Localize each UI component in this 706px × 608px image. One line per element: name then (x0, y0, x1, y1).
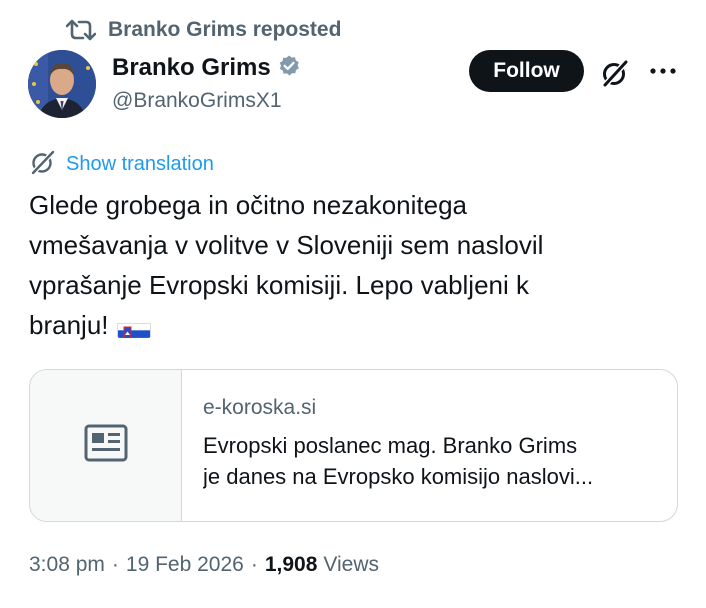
tweet-date[interactable]: 19 Feb 2026 (126, 553, 244, 577)
slovenia-flag-icon (116, 316, 151, 338)
translate-icon (30, 149, 56, 180)
tweet-text: Glede grobega in očitno nezakonitega vme… (29, 185, 669, 345)
repost-label[interactable]: Branko Grims reposted (108, 18, 341, 42)
author-display-name[interactable]: Branko Grims (112, 54, 271, 82)
more-icon[interactable] (648, 58, 678, 84)
card-description-line: je danes na Evropsko komisijo naslovi... (203, 464, 594, 489)
meta-separator: · (250, 553, 258, 576)
show-translation-link[interactable]: Show translation (30, 149, 214, 180)
tweet-meta: 3:08 pm · 19 Feb 2026 · 1,908 Views (29, 553, 379, 577)
repost-header: Branko Grims reposted (66, 17, 341, 43)
views-label: Views (323, 553, 380, 576)
tweet-line: vmešavanja v volitve v Sloveniji sem nas… (29, 230, 544, 260)
tweet-time[interactable]: 3:08 pm (29, 553, 105, 577)
link-card[interactable]: e-koroska.si Evropski poslanec mag. Bran… (29, 369, 678, 522)
card-thumbnail (30, 370, 182, 521)
avatar[interactable] (28, 50, 96, 118)
follow-button[interactable]: Follow (469, 50, 584, 92)
translate-label[interactable]: Show translation (66, 153, 214, 176)
grok-icon[interactable] (600, 58, 630, 88)
card-body: e-koroska.si Evropski poslanec mag. Bran… (203, 396, 668, 492)
card-domain: e-koroska.si (203, 396, 317, 419)
views-count: 1,908 (264, 553, 318, 576)
card-description-line: Evropski poslanec mag. Branko Grims (203, 433, 578, 458)
verified-badge-icon (277, 54, 301, 83)
tweet-line: Glede grobega in očitno nezakonitega (29, 190, 467, 220)
tweet-line-text: branju! (29, 310, 109, 340)
tweet-line-last: branju! (29, 305, 669, 345)
tweet-line: vprašanje Evropski komisiji. Lepo vablje… (29, 270, 530, 300)
repost-icon (66, 19, 96, 41)
author-name-row[interactable]: Branko Grims (112, 53, 301, 83)
meta-separator: · (111, 553, 119, 576)
article-icon (84, 424, 128, 467)
author-handle[interactable]: @BrankoGrimsX1 (112, 89, 282, 113)
